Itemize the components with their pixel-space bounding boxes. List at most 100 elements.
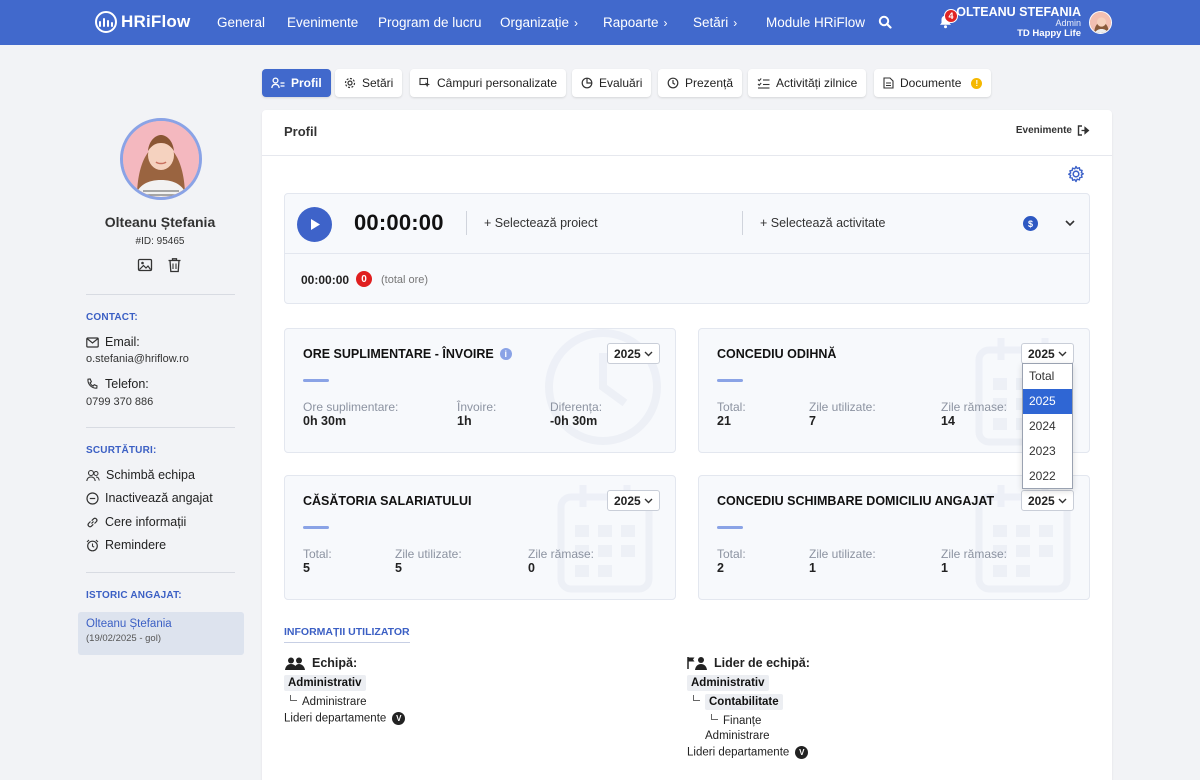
team-child: Administrare bbox=[302, 696, 367, 708]
user-role: Admin bbox=[1055, 18, 1081, 28]
shortcut-label: Cere informații bbox=[105, 515, 187, 529]
chevron-down-icon[interactable] bbox=[1064, 215, 1076, 234]
chevron-right-icon: › bbox=[574, 16, 579, 30]
shortcut-label: Schimbă echipa bbox=[106, 468, 195, 482]
leader-root-chip: Administrativ bbox=[687, 675, 769, 691]
shortcut-cere-informatii[interactable]: Cere informații bbox=[86, 515, 186, 529]
gear-icon bbox=[344, 77, 356, 89]
timer-separator bbox=[742, 211, 743, 235]
stat-value: 1 bbox=[941, 561, 948, 575]
leader-child-chip: Contabilitate bbox=[705, 694, 783, 710]
tab-prezenta[interactable]: Prezență bbox=[658, 69, 743, 97]
relocation-year-select[interactable]: 2025 bbox=[1021, 490, 1074, 511]
stat-label: Zile rămase: bbox=[941, 400, 1008, 414]
tab-activitati-zilnice[interactable]: Activități zilnice bbox=[748, 69, 867, 97]
leader-flag-icon bbox=[687, 657, 707, 670]
cursor-edit-icon bbox=[419, 77, 430, 88]
team-extra-text: Lideri departamente bbox=[284, 712, 387, 725]
billing-dollar-icon[interactable]: $ bbox=[1023, 216, 1038, 231]
search-icon[interactable] bbox=[878, 15, 892, 32]
trash-icon[interactable] bbox=[167, 257, 182, 276]
stat-value: 7 bbox=[809, 414, 816, 428]
chevron-down-icon bbox=[1058, 351, 1067, 356]
sidebar-divider bbox=[86, 427, 235, 428]
phone-value[interactable]: 0799 370 886 bbox=[86, 396, 153, 408]
phone-label: Telefon: bbox=[105, 377, 149, 391]
settings-gear-icon[interactable] bbox=[1067, 165, 1085, 186]
vacation-year-select[interactable]: 2025 bbox=[1021, 343, 1074, 364]
year-option[interactable]: 2023 bbox=[1023, 439, 1072, 464]
tab-label: Setări bbox=[362, 76, 394, 90]
tab-campuri-personalizate[interactable]: Câmpuri personalizate bbox=[410, 69, 567, 97]
year-option[interactable]: 2024 bbox=[1023, 414, 1072, 439]
tab-documente[interactable]: Documente ! bbox=[874, 69, 992, 97]
nav-general[interactable]: General bbox=[217, 15, 265, 30]
nav-label: Module HRiFlow bbox=[766, 15, 866, 30]
team-label: Echipă: bbox=[285, 656, 357, 670]
leader-extra-text: Lideri departamente bbox=[687, 746, 790, 759]
marriage-title: CĂSĂTORIA SALARIATULUI bbox=[303, 494, 472, 508]
overtime-year-select[interactable]: 2025 bbox=[607, 343, 660, 364]
nav-label: Organizație bbox=[500, 15, 570, 30]
verified-badge: V bbox=[795, 746, 809, 759]
nav-label: Evenimente bbox=[287, 15, 359, 30]
nav-label: Setări bbox=[693, 15, 729, 30]
history-date: (19/02/2025 - gol) bbox=[86, 633, 161, 644]
logo-text: HRiFlow bbox=[121, 12, 191, 31]
play-button[interactable] bbox=[297, 207, 332, 242]
nav-program-de-lucru[interactable]: Program de lucru bbox=[378, 15, 482, 30]
stat-label: Zile rămase: bbox=[941, 547, 1008, 561]
shortcut-remindere[interactable]: Remindere bbox=[86, 538, 166, 552]
select-project-link[interactable]: + Selectează proiect bbox=[484, 216, 598, 230]
nav-rapoarte[interactable]: Rapoarte › bbox=[603, 15, 668, 30]
history-title: ISTORIC ANGAJAT: bbox=[86, 590, 182, 601]
events-link[interactable]: Evenimente bbox=[1016, 125, 1090, 136]
app-logo[interactable]: HRiFlow bbox=[95, 11, 190, 33]
year-option-selected[interactable]: 2025 bbox=[1023, 389, 1072, 414]
minus-circle-icon bbox=[86, 491, 99, 505]
user-avatar[interactable] bbox=[1089, 11, 1112, 34]
chevron-right-icon: › bbox=[733, 16, 738, 30]
tab-profil[interactable]: Profil bbox=[262, 69, 331, 97]
clock-icon bbox=[667, 77, 679, 89]
tab-label: Documente bbox=[900, 76, 962, 90]
email-value[interactable]: o.stefania@hriflow.ro bbox=[86, 353, 189, 365]
stat-value: 0h 30m bbox=[303, 414, 347, 428]
chevron-down-icon bbox=[1058, 498, 1067, 503]
shortcut-schimba-echipa[interactable]: Schimbă echipa bbox=[86, 468, 195, 482]
nav-organizatie[interactable]: Organizație › bbox=[500, 15, 578, 30]
image-icon[interactable] bbox=[137, 257, 153, 276]
nav-module-hriflow[interactable]: Module HRiFlow bbox=[766, 15, 865, 30]
info-icon[interactable]: i bbox=[499, 348, 512, 360]
select-activity-link[interactable]: + Selectează activitate bbox=[760, 216, 885, 230]
marriage-year-select[interactable]: 2025 bbox=[607, 490, 660, 511]
stat-label: Învoire: bbox=[457, 400, 497, 414]
leader-grandchild: Finanțe bbox=[723, 715, 762, 727]
phone-icon bbox=[87, 377, 98, 389]
tab-evaluari[interactable]: Evaluări bbox=[572, 69, 652, 97]
stat-label: Total: bbox=[303, 547, 332, 561]
tab-label: Activități zilnice bbox=[776, 76, 858, 90]
shortcut-label: Remindere bbox=[105, 538, 167, 552]
shortcut-inactiveaza-angajat[interactable]: Inactivează angajat bbox=[86, 491, 213, 505]
users-icon bbox=[285, 657, 305, 670]
year-option[interactable]: Total bbox=[1023, 364, 1072, 389]
nav-evenimente[interactable]: Evenimente bbox=[287, 15, 358, 30]
stat-label: Zile rămase: bbox=[528, 547, 595, 561]
tree-connector bbox=[711, 714, 718, 720]
profile-avatar bbox=[120, 118, 202, 200]
stat-label: Zile utilizate: bbox=[395, 547, 462, 561]
history-item[interactable]: Olteanu Ștefania (19/02/2025 - gol) bbox=[78, 612, 244, 655]
year-value: 2025 bbox=[614, 493, 641, 508]
tab-label: Profil bbox=[291, 76, 322, 90]
card-header-divider bbox=[262, 155, 1112, 156]
year-option[interactable]: 2022 bbox=[1023, 464, 1072, 489]
tab-setari[interactable]: Setări bbox=[335, 69, 403, 97]
user-list-icon bbox=[271, 77, 285, 89]
user-name[interactable]: OLTEANU STEFANIA bbox=[956, 5, 1081, 19]
accent-bar bbox=[303, 526, 329, 529]
nav-setari[interactable]: Setări › bbox=[693, 15, 737, 30]
stat-value: 14 bbox=[941, 414, 955, 428]
timer-separator bbox=[466, 211, 467, 235]
stat-label: Total: bbox=[717, 547, 746, 561]
